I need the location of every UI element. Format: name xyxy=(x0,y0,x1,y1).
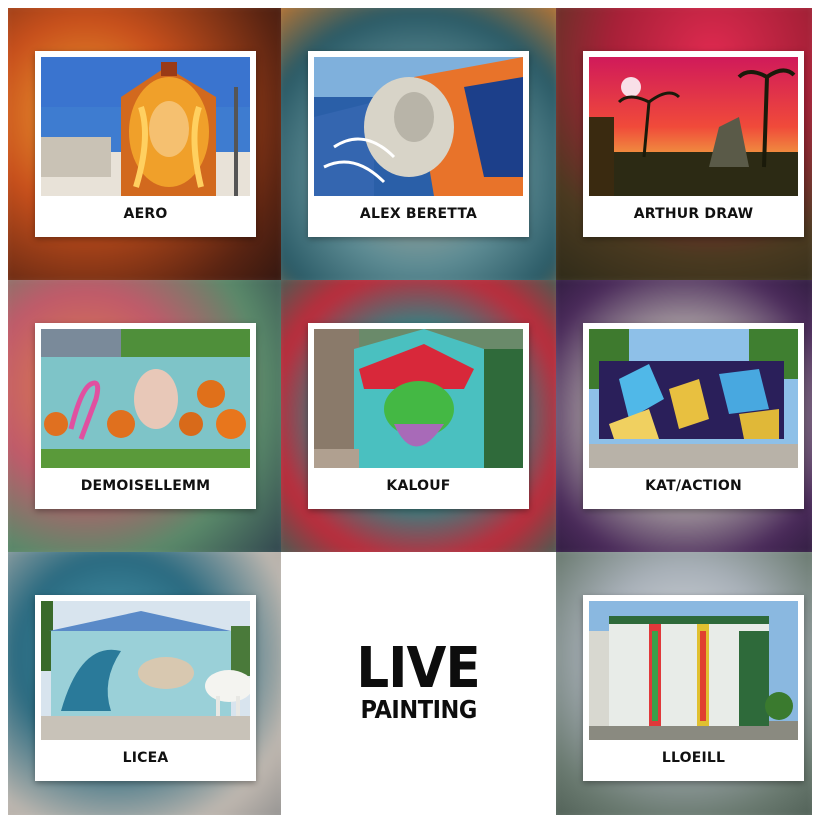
artist-name: DEMOISELLEMM xyxy=(80,478,211,494)
artist-tile-demoisellemm[interactable]: DEMOISELLEMM xyxy=(8,280,281,552)
artist-tile-lloeill[interactable]: LLOEILL xyxy=(556,552,812,815)
mural-photo xyxy=(41,329,250,468)
artist-name: AERO xyxy=(123,206,168,222)
artist-name: ALEX BERETTA xyxy=(359,206,478,222)
artist-grid: AERO ALEX BERETTA ARTHUR DRAW DEMOISELLE… xyxy=(8,8,812,815)
mural-photo xyxy=(589,601,798,740)
artist-tile-kalouf[interactable]: KALOUF xyxy=(281,280,556,552)
polaroid-card: KAT/ACTION xyxy=(583,323,804,509)
mural-photo xyxy=(41,601,250,740)
polaroid-card: LLOEILL xyxy=(583,595,804,781)
artist-name: KAT/ACTION xyxy=(645,478,742,494)
artist-tile-licea[interactable]: LICEA xyxy=(8,552,281,815)
polaroid-card: DEMOISELLEMM xyxy=(35,323,256,509)
logo-line-painting: PAINTING xyxy=(360,694,477,724)
polaroid-card: ARTHUR DRAW xyxy=(583,51,804,237)
polaroid-card: LICEA xyxy=(35,595,256,781)
polaroid-card: AERO xyxy=(35,51,256,237)
artist-name: KALOUF xyxy=(386,478,451,494)
mural-photo xyxy=(314,329,523,468)
artist-name: ARTHUR DRAW xyxy=(633,206,754,222)
polaroid-card: KALOUF xyxy=(308,323,529,509)
artist-tile-alex-beretta[interactable]: ALEX BERETTA xyxy=(281,8,556,280)
artist-name: LICEA xyxy=(122,750,169,766)
mural-photo xyxy=(314,57,523,196)
artist-name: LLOEILL xyxy=(661,750,726,766)
mural-photo xyxy=(589,57,798,196)
artist-tile-kat-action[interactable]: KAT/ACTION xyxy=(556,280,812,552)
polaroid-card: ALEX BERETTA xyxy=(308,51,529,237)
artist-tile-arthur-draw[interactable]: ARTHUR DRAW xyxy=(556,8,812,280)
logo-line-live: LIVE xyxy=(356,635,481,701)
event-logo: LIVE PAINTING xyxy=(281,552,556,815)
mural-photo xyxy=(589,329,798,468)
mural-photo xyxy=(41,57,250,196)
artist-tile-aero[interactable]: AERO xyxy=(8,8,281,280)
